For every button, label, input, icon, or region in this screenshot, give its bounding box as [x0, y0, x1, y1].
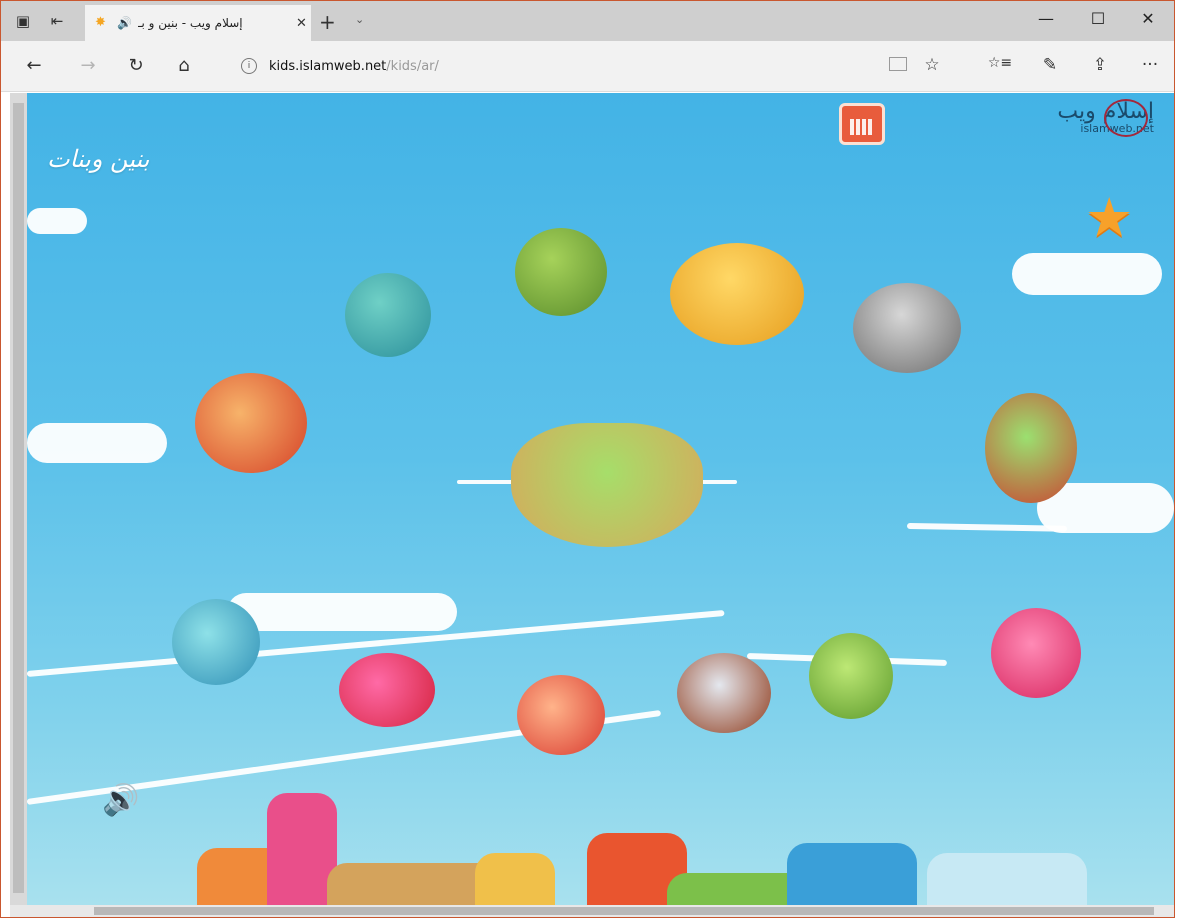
planet-mosque[interactable]	[985, 393, 1077, 503]
planet-teapot[interactable]	[677, 653, 771, 733]
planet-cave[interactable]	[515, 228, 607, 316]
planet-sweets[interactable]	[517, 675, 605, 755]
planet-books[interactable]	[345, 273, 431, 357]
vertical-scroll-thumb[interactable]	[13, 103, 24, 893]
more-menu-icon[interactable]: ···	[1137, 55, 1163, 75]
planet-dome[interactable]	[853, 283, 961, 373]
town-building	[475, 853, 555, 905]
planet-carnival[interactable]	[991, 608, 1081, 698]
islamweb-emblem-icon	[1104, 99, 1148, 137]
town-building	[787, 843, 917, 905]
favorites-star-icon[interactable]: ★	[1085, 191, 1133, 245]
tab-strip: ▣ ⇤ ✸ 🔊 إسلام ويب - بنين و بـ ✕ + ⌄ — ☐ …	[1, 1, 1174, 41]
planet-doctor[interactable]	[809, 633, 893, 719]
tab-audio-icon[interactable]: 🔊	[117, 16, 132, 30]
web-notes-icon[interactable]: ✎	[1037, 55, 1063, 75]
add-favorite-icon[interactable]: ☆	[919, 55, 945, 75]
tab-close-icon[interactable]: ✕	[296, 16, 307, 31]
cloud	[27, 423, 167, 463]
maximize-button[interactable]: ☐	[1083, 9, 1113, 28]
cloud	[27, 208, 87, 234]
favorites-hub-icon[interactable]: ☆≡	[987, 55, 1013, 71]
set-tabs-aside-icon[interactable]: ⇤	[45, 9, 69, 33]
close-window-button[interactable]: ✕	[1133, 9, 1163, 28]
site-name: بنين وبنات	[47, 145, 150, 173]
home-button[interactable]: ⌂	[171, 55, 197, 76]
forward-button[interactable]: →	[75, 55, 101, 76]
tab-title: إسلام ويب - بنين و بـ	[137, 16, 243, 30]
cloud	[1012, 253, 1162, 295]
planet-audio[interactable]	[172, 599, 260, 685]
tab-islamweb-kids[interactable]: ✸ 🔊 إسلام ويب - بنين و بـ ✕	[85, 5, 311, 41]
page-viewport: إسلام ويب islamweb.net بنين وبنات ★ 🔊	[27, 93, 1174, 905]
cloud	[227, 593, 457, 631]
url-path: /kids/ar/	[386, 58, 439, 74]
horizontal-scrollbar[interactable]	[10, 905, 1174, 917]
planet-apple[interactable]	[195, 373, 307, 473]
planet-city[interactable]	[670, 243, 804, 345]
new-tab-button[interactable]: +	[319, 10, 336, 34]
vertical-scrollbar[interactable]	[10, 93, 27, 905]
town-hill	[667, 873, 807, 905]
town-building	[927, 853, 1087, 905]
tab-preview-chevron-icon[interactable]: ⌄	[355, 13, 364, 26]
sound-toggle-icon[interactable]: 🔊	[102, 783, 139, 818]
url-host: kids.islamweb.net	[269, 58, 387, 74]
refresh-button[interactable]: ↻	[123, 55, 149, 76]
tabs-aside-icon[interactable]: ▣	[11, 9, 35, 33]
navigation-bar: ← → ↻ ⌂ i kids.islamweb.net/kids/ar/ ☆ ☆…	[1, 41, 1174, 92]
address-bar[interactable]: i kids.islamweb.net/kids/ar/	[241, 53, 861, 79]
minimize-button[interactable]: —	[1031, 9, 1061, 28]
site-info-icon[interactable]: i	[241, 58, 257, 74]
back-button[interactable]: ←	[21, 55, 47, 76]
calendar-icon	[850, 119, 874, 135]
site-favicon-icon: ✸	[95, 15, 106, 30]
planet-pink[interactable]	[339, 653, 435, 727]
share-icon[interactable]: ⇪	[1087, 55, 1113, 75]
planet-games-park[interactable]	[511, 423, 703, 547]
calendar-button[interactable]	[839, 103, 885, 145]
horizontal-scroll-thumb[interactable]	[94, 907, 1154, 915]
reading-view-icon[interactable]	[889, 57, 907, 71]
